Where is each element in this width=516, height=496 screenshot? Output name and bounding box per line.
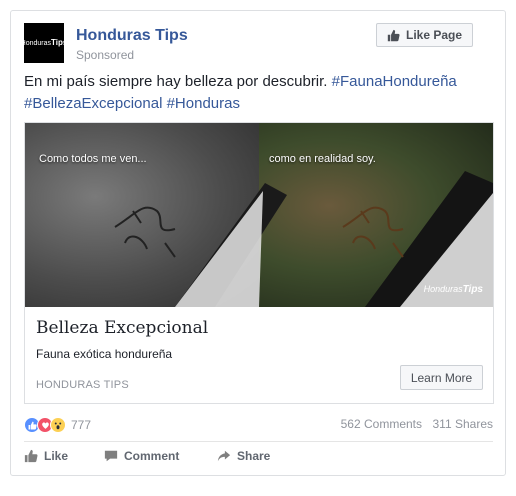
- comment-label: Comment: [124, 449, 180, 463]
- page-avatar[interactable]: HondurasTips: [21, 23, 67, 63]
- overlay-caption-right: como en realidad soy.: [269, 153, 376, 165]
- share-arrow-icon: [217, 450, 231, 462]
- like-page-button[interactable]: Like Page: [376, 23, 473, 47]
- comments-count-link[interactable]: 562 Comments: [341, 417, 422, 431]
- hashtag-link[interactable]: #FaunaHondureña: [332, 73, 457, 90]
- attachment-image[interactable]: Como todos me ven... como en realidad so…: [25, 123, 493, 307]
- comment-button[interactable]: Comment: [104, 449, 179, 463]
- attachment-description: Fauna exótica hondureña: [36, 347, 173, 361]
- attachment-title[interactable]: Belleza Excepcional: [36, 318, 208, 338]
- link-attachment[interactable]: Como todos me ven... como en realidad so…: [24, 122, 494, 404]
- hashtag-link[interactable]: #Honduras: [167, 95, 240, 112]
- insect-on-strap-illustration: [114, 171, 493, 307]
- reactions-summary[interactable]: 777: [24, 417, 91, 433]
- brand-watermark: HondurasTips: [423, 284, 483, 295]
- overlay-caption-left: Como todos me ven...: [39, 153, 147, 165]
- engagement-stats: 777 562 Comments 311 Shares: [24, 417, 493, 433]
- sponsored-post-card: HondurasTips Honduras Tips Sponsored Lik…: [10, 10, 506, 476]
- learn-more-button[interactable]: Learn More: [400, 365, 483, 390]
- comment-bubble-icon: [104, 450, 118, 462]
- thumbs-up-icon: [24, 449, 38, 463]
- share-label: Share: [237, 449, 271, 463]
- post-text-body: En mi país siempre hay belleza por descu…: [24, 73, 332, 90]
- reaction-count: 777: [71, 418, 92, 432]
- like-button[interactable]: Like: [24, 449, 68, 463]
- post-actions-bar: Like Comment Share: [24, 449, 493, 467]
- sponsored-label[interactable]: Sponsored: [76, 48, 134, 62]
- actions-divider: [24, 441, 493, 442]
- wow-reaction-icon: [50, 417, 66, 433]
- shares-count-link[interactable]: 311 Shares: [433, 417, 494, 431]
- thumbs-up-icon: [387, 29, 400, 41]
- post-text: En mi país siempre hay belleza por descu…: [24, 71, 493, 115]
- page-name-link[interactable]: Honduras Tips: [76, 27, 188, 45]
- post-header: HondurasTips Honduras Tips Sponsored Lik…: [21, 23, 493, 67]
- hashtag-link[interactable]: #BellezaExcepcional: [24, 95, 162, 112]
- avatar-logo-text: HondurasTips: [20, 38, 68, 48]
- share-button[interactable]: Share: [217, 449, 270, 463]
- attachment-domain: HONDURAS TIPS: [36, 379, 129, 391]
- like-page-label: Like Page: [405, 28, 463, 42]
- like-label: Like: [44, 449, 69, 463]
